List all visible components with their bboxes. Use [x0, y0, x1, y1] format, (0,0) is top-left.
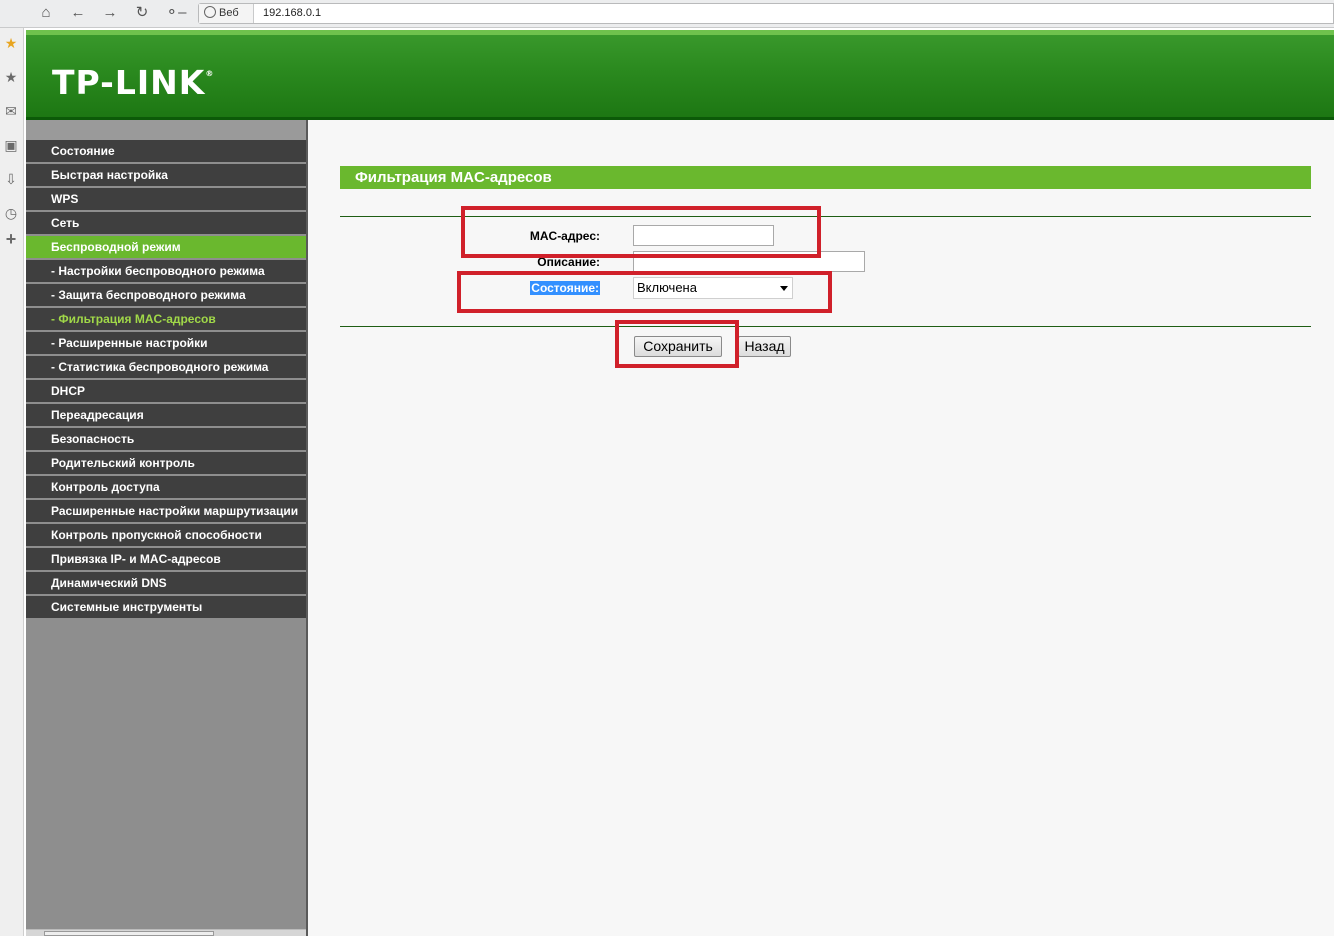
downloads-icon[interactable]: ⇩	[2, 170, 20, 188]
nav-item-bandwidth-control[interactable]: Контроль пропускной способности	[26, 524, 306, 546]
url-text[interactable]: 192.168.0.1	[263, 4, 321, 23]
nav-item-dhcp[interactable]: DHCP	[26, 380, 306, 402]
nav-item-forwarding[interactable]: Переадресация	[26, 404, 306, 426]
nav-item-system-tools[interactable]: Системные инструменты	[26, 596, 306, 618]
nav-item-dynamic-dns[interactable]: Динамический DNS	[26, 572, 306, 594]
highlight-box-mac	[461, 206, 821, 258]
tp-link-logo: TP-LINK®	[52, 63, 214, 102]
nav-item-advanced-routing[interactable]: Расширенные настройки маршрутизации	[26, 500, 306, 522]
nav-item-wireless-settings[interactable]: - Настройки беспроводного режима	[26, 260, 306, 282]
nav-horizontal-scrollbar[interactable]	[26, 929, 306, 936]
router-nav-menu: Состояние Быстрая настройка WPS Сеть Бес…	[26, 120, 308, 936]
nav-top-spacer	[26, 120, 306, 140]
notes-icon[interactable]: ▣	[2, 136, 20, 154]
web-chip-label: Веб	[219, 7, 239, 19]
key-icon[interactable]: ⚬–	[164, 4, 188, 22]
web-chip[interactable]: Веб	[199, 4, 254, 23]
nav-item-parental-control[interactable]: Родительский контроль	[26, 452, 306, 474]
nav-item-wps[interactable]: WPS	[26, 188, 306, 210]
nav-item-wireless-statistics[interactable]: - Статистика беспроводного режима	[26, 356, 306, 378]
scrollbar-thumb[interactable]	[44, 931, 214, 936]
nav-item-quick-setup[interactable]: Быстрая настройка	[26, 164, 306, 186]
browser-side-panel: ★ ★ ✉ ▣ ⇩ ◷ +	[0, 28, 24, 936]
nav-item-wireless-advanced[interactable]: - Расширенные настройки	[26, 332, 306, 354]
home-icon[interactable]: ⌂	[36, 4, 56, 22]
star-icon[interactable]: ★	[2, 34, 20, 52]
nav-item-wireless-security[interactable]: - Защита беспроводного режима	[26, 284, 306, 306]
forward-arrow-icon[interactable]: →	[100, 4, 120, 22]
nav-item-ip-mac-binding[interactable]: Привязка IP- и MAC-адресов	[26, 548, 306, 570]
page-title: Фильтрация MAC-адресов	[340, 166, 1311, 189]
nav-item-wireless[interactable]: Беспроводной режим	[26, 236, 306, 258]
back-arrow-icon[interactable]: ←	[68, 4, 88, 22]
logo-text: TP-LINK	[52, 63, 206, 102]
nav-item-mac-filtering[interactable]: - Фильтрация MAC-адресов	[26, 308, 306, 330]
main-content: Фильтрация MAC-адресов MAC-адрес: Описан…	[308, 120, 1334, 936]
back-button[interactable]: Назад	[738, 336, 791, 357]
highlight-box-status	[457, 271, 832, 313]
add-panel-icon[interactable]: +	[2, 230, 20, 248]
nav-item-status[interactable]: Состояние	[26, 140, 306, 162]
browser-toolbar: ⌂ ← → ↻ ⚬– Веб 192.168.0.1	[0, 0, 1334, 28]
address-bar[interactable]: Веб 192.168.0.1	[198, 3, 1334, 24]
globe-icon	[204, 6, 216, 18]
bookmarks-icon[interactable]: ★	[2, 68, 20, 86]
router-header: TP-LINK®	[26, 30, 1334, 120]
highlight-box-save	[615, 320, 739, 368]
mail-icon[interactable]: ✉	[2, 102, 20, 120]
reload-icon[interactable]: ↻	[132, 4, 152, 22]
nav-item-access-control[interactable]: Контроль доступа	[26, 476, 306, 498]
divider-bottom	[340, 326, 1311, 327]
nav-item-network[interactable]: Сеть	[26, 212, 306, 234]
logo-mark: ®	[205, 69, 215, 78]
history-icon[interactable]: ◷	[2, 204, 20, 222]
nav-item-security[interactable]: Безопасность	[26, 428, 306, 450]
